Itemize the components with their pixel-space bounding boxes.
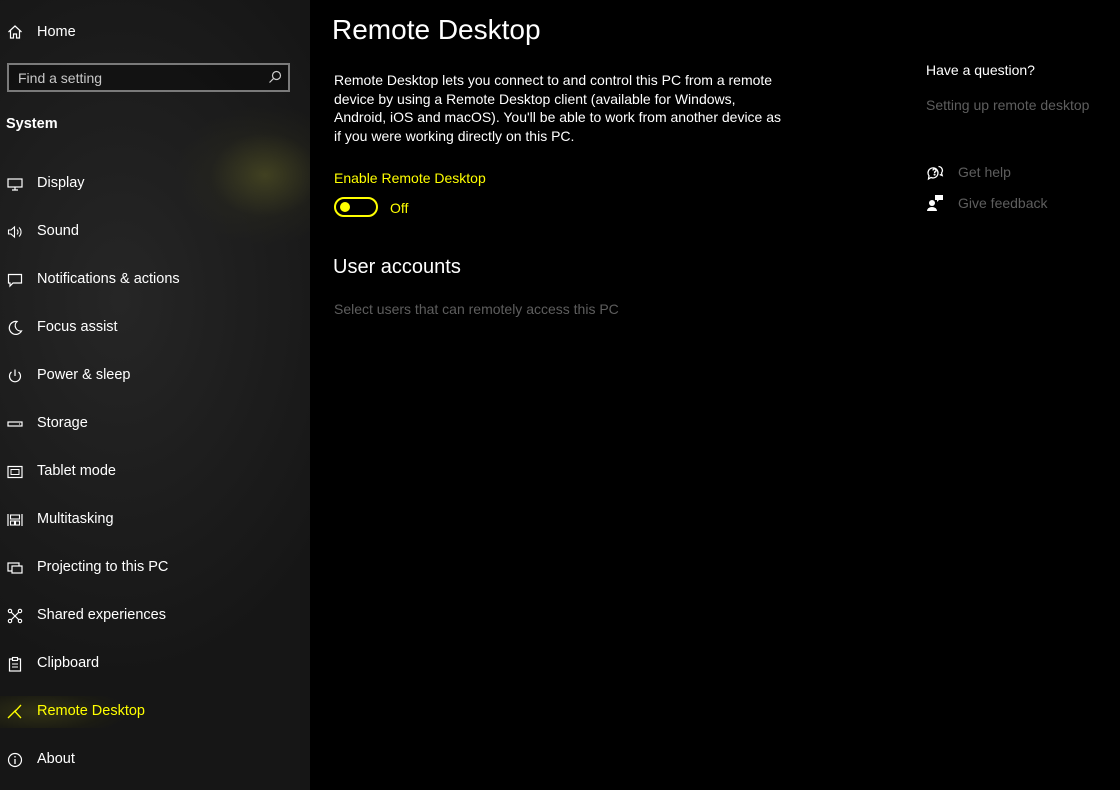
- remote-desktop-icon: [6, 703, 24, 721]
- clipboard-icon: [6, 655, 24, 673]
- nav-list: Display Sound Notifications & actions Focus…: [0, 160, 310, 784]
- sidebar-item-label: About: [37, 751, 75, 767]
- sidebar-item-label: Shared experiences: [37, 607, 166, 623]
- sidebar-item-display[interactable]: Display: [0, 160, 310, 208]
- enable-remote-desktop-toggle[interactable]: [334, 197, 378, 217]
- sidebar-item-label: Clipboard: [37, 655, 100, 671]
- sidebar-item-shared-experiences[interactable]: Shared experiences: [0, 592, 310, 640]
- sidebar-item-about[interactable]: About: [0, 736, 310, 784]
- sidebar: Home System Display Sound Notifications & …: [0, 0, 310, 790]
- sidebar-item-label: Tablet mode: [37, 463, 116, 479]
- toggle-knob: [340, 202, 350, 212]
- sidebar-item-projecting-to-this-pc[interactable]: Projecting to this PC: [0, 544, 310, 592]
- search-input[interactable]: [9, 65, 273, 90]
- sidebar-item-label: Focus assist: [37, 319, 118, 335]
- get-help-link[interactable]: Get help: [926, 161, 1106, 183]
- message-icon: [6, 271, 24, 289]
- home-label: Home: [37, 24, 76, 40]
- sidebar-item-multitasking[interactable]: Multitasking: [0, 496, 310, 544]
- home-icon: [6, 23, 24, 41]
- description-text: Remote Desktop lets you connect to and c…: [334, 72, 782, 144]
- user-accounts-heading: User accounts: [333, 256, 461, 278]
- give-feedback-link[interactable]: Give feedback: [926, 192, 1106, 214]
- tablet-icon: [6, 463, 24, 481]
- sidebar-item-tablet-mode[interactable]: Tablet mode: [0, 448, 310, 496]
- help-heading: Have a question?: [926, 62, 1035, 78]
- sidebar-item-clipboard[interactable]: Clipboard: [0, 640, 310, 688]
- section-heading: System: [6, 116, 58, 132]
- sidebar-item-storage[interactable]: Storage: [0, 400, 310, 448]
- speaker-icon: [6, 223, 24, 241]
- multitask-icon: [6, 511, 24, 529]
- sidebar-item-label: Sound: [37, 223, 79, 239]
- moon-icon: [6, 319, 24, 337]
- share-icon: [6, 607, 24, 625]
- search-icon[interactable]: [268, 70, 282, 84]
- enable-remote-desktop-label: Enable Remote Desktop: [334, 170, 486, 186]
- search-box[interactable]: [7, 63, 290, 92]
- sidebar-item-remote-desktop[interactable]: Remote Desktop: [0, 688, 310, 736]
- select-users-link[interactable]: Select users that can remotely access th…: [334, 301, 619, 317]
- feedback-icon: [927, 195, 943, 211]
- sidebar-item-sound[interactable]: Sound: [0, 208, 310, 256]
- sidebar-item-label: Notifications & actions: [37, 271, 180, 287]
- sidebar-item-focus-assist[interactable]: Focus assist: [0, 304, 310, 352]
- project-icon: [6, 559, 24, 577]
- home-nav-item[interactable]: Home: [0, 16, 300, 48]
- sidebar-item-label: Display: [37, 175, 85, 191]
- info-icon: [6, 751, 24, 769]
- setting-up-remote-desktop-link[interactable]: Setting up remote desktop: [926, 97, 1089, 113]
- give-feedback-label: Give feedback: [958, 195, 1048, 211]
- sidebar-item-label: Projecting to this PC: [37, 559, 169, 575]
- sidebar-item-power-and-sleep[interactable]: Power & sleep: [0, 352, 310, 400]
- sidebar-item-label: Power & sleep: [37, 367, 131, 383]
- sidebar-item-label: Multitasking: [37, 511, 114, 527]
- main-content: Remote Desktop Remote Desktop lets you c…: [310, 0, 1120, 790]
- get-help-label: Get help: [958, 164, 1011, 180]
- monitor-icon: [6, 175, 24, 193]
- toggle-state-text: Off: [390, 200, 409, 216]
- drive-icon: [6, 415, 24, 433]
- power-icon: [6, 367, 24, 385]
- get-help-icon: [927, 165, 944, 181]
- sidebar-item-notifications-and-actions[interactable]: Notifications & actions: [0, 256, 310, 304]
- settings-window: Home System Display Sound Notifications & …: [0, 0, 1120, 790]
- page-title: Remote Desktop: [332, 14, 541, 45]
- sidebar-item-label: Remote Desktop: [37, 703, 145, 719]
- sidebar-item-label: Storage: [37, 415, 88, 431]
